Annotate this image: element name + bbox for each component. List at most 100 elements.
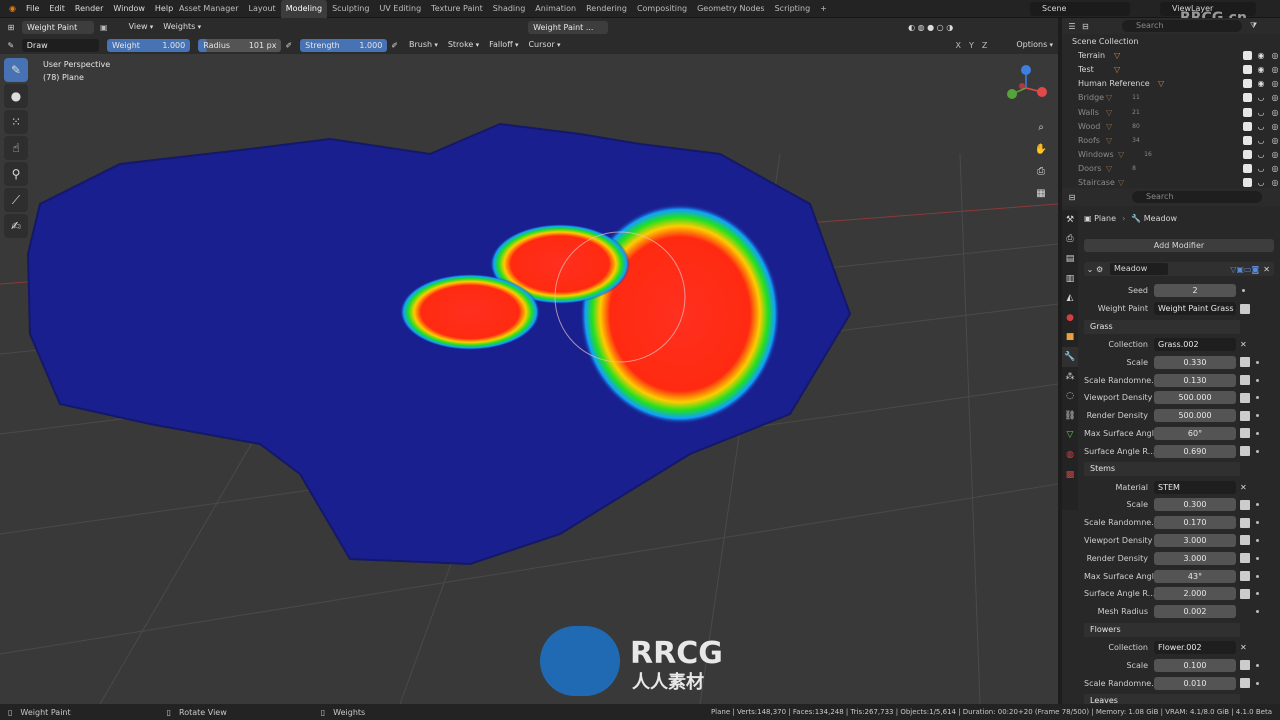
physics-tab-icon[interactable]: ◌	[1062, 386, 1078, 406]
attribute-toggle-icon[interactable]	[1240, 660, 1250, 671]
draw-tool-icon[interactable]: ✎	[4, 58, 28, 82]
outliner-row-roofs[interactable]: Roofs ▽ 34 ◡ ◎	[1062, 133, 1280, 147]
visibility-eye-icon[interactable]: ◡	[1256, 93, 1266, 102]
attribute-toggle-icon[interactable]	[1240, 678, 1250, 689]
grass-panel-header[interactable]: Grass	[1084, 319, 1240, 334]
brush-dropdown[interactable]: Brush	[404, 38, 443, 52]
keyframe-dot-icon[interactable]	[1256, 663, 1259, 667]
keyframe-dot-icon[interactable]	[1256, 396, 1259, 400]
options-dropdown[interactable]: Options	[1011, 38, 1058, 52]
particles-tab-icon[interactable]: ⁂	[1062, 367, 1078, 387]
collapse-chevron-icon[interactable]: ⌄	[1084, 265, 1096, 274]
constraints-tab-icon[interactable]: ⛓	[1062, 406, 1078, 426]
number-field[interactable]: 0.170	[1154, 516, 1236, 530]
visibility-eye-icon[interactable]: ◡	[1256, 150, 1266, 159]
add-workspace-icon[interactable]: +	[815, 0, 832, 18]
menu-render[interactable]: Render	[70, 0, 108, 18]
include-checkbox[interactable]	[1243, 50, 1252, 60]
keyframe-dot-icon[interactable]	[1256, 681, 1259, 685]
average-tool-icon[interactable]: ⁙	[4, 110, 28, 134]
material-tab-icon[interactable]: ◍	[1062, 445, 1078, 465]
tab-shading[interactable]: Shading	[488, 0, 531, 18]
attribute-toggle-icon[interactable]	[1240, 303, 1250, 314]
cursor-dropdown[interactable]: Cursor	[523, 38, 565, 52]
attribute-toggle-icon[interactable]	[1240, 535, 1250, 546]
mirror-axis-x[interactable]: X	[956, 41, 961, 50]
number-field[interactable]: 3.000	[1154, 551, 1236, 565]
number-field[interactable]: 500.000	[1154, 391, 1236, 405]
include-checkbox[interactable]	[1243, 178, 1252, 188]
pan-hand-icon[interactable]: ✋	[1032, 140, 1050, 158]
outliner-editor-icon[interactable]: ☰	[1062, 22, 1082, 31]
keyframe-dot-icon[interactable]	[1256, 449, 1259, 453]
outliner-row-bridge[interactable]: Bridge ▽ 11 ◡ ◎	[1062, 91, 1280, 105]
include-checkbox[interactable]	[1243, 107, 1252, 117]
texture-tab-icon[interactable]: ▩	[1062, 465, 1078, 485]
render-camera-icon[interactable]: ◎	[1270, 51, 1280, 60]
keyframe-dot-icon[interactable]	[1256, 414, 1259, 418]
outliner-row-wood[interactable]: Wood ▽ 80 ◡ ◎	[1062, 119, 1280, 133]
render-tab-icon[interactable]: ⎙	[1062, 230, 1078, 250]
include-checkbox[interactable]	[1243, 64, 1252, 74]
number-field[interactable]: 0.100	[1154, 658, 1236, 672]
smear-tool-icon[interactable]: ☝	[4, 136, 28, 160]
modifier-header[interactable]: ⌄ ⚙ Meadow ▽▣▭◙ ✕	[1084, 262, 1274, 276]
number-field[interactable]: 0.330	[1154, 355, 1236, 369]
attribute-toggle-icon[interactable]	[1240, 517, 1250, 528]
tab-geometry-nodes[interactable]: Geometry Nodes	[692, 0, 769, 18]
camera-icon[interactable]: ⎙	[1032, 162, 1050, 180]
strength-slider[interactable]: Strength 1.000	[300, 38, 388, 52]
clear-icon[interactable]: ✕	[1240, 643, 1247, 652]
number-field[interactable]: 0.130	[1154, 373, 1236, 387]
keyframe-dot-icon[interactable]	[1256, 503, 1259, 507]
keyframe-dot-icon[interactable]	[1256, 556, 1259, 560]
weight-slider[interactable]: Weight 1.000	[107, 38, 191, 52]
include-checkbox[interactable]	[1243, 93, 1252, 103]
keyframe-dot-icon[interactable]	[1256, 378, 1259, 382]
include-checkbox[interactable]	[1243, 164, 1252, 174]
render-camera-icon[interactable]: ◎	[1270, 164, 1280, 173]
flowers-panel-header[interactable]: Flowers	[1084, 622, 1240, 637]
outliner-row-human-reference[interactable]: Human Reference ▽ ◉ ◎	[1062, 77, 1280, 91]
attribute-toggle-icon[interactable]	[1240, 588, 1250, 599]
editor-type-icon[interactable]: ⊞	[0, 23, 22, 32]
outliner-row-windows[interactable]: Windows ▽ 16 ◡ ◎	[1062, 148, 1280, 162]
vertex-group-selector[interactable]: Weight Paint ...	[528, 20, 609, 34]
number-field[interactable]: 0.300	[1154, 498, 1236, 512]
render-camera-icon[interactable]: ◎	[1270, 136, 1280, 145]
keyframe-dot-icon[interactable]	[1256, 521, 1259, 525]
visibility-eye-icon[interactable]: ◉	[1256, 79, 1266, 88]
view-layer-tab-icon[interactable]: ▥	[1062, 269, 1078, 289]
number-field[interactable]: 60°	[1154, 426, 1236, 440]
stroke-dropdown[interactable]: Stroke	[443, 38, 484, 52]
tab-uv-editing[interactable]: UV Editing	[374, 0, 426, 18]
weight-paint-field[interactable]: Weight Paint Grass	[1154, 302, 1236, 316]
object-tab-icon[interactable]: ■	[1062, 328, 1078, 348]
collection-picker[interactable]: Flower.002	[1154, 640, 1236, 654]
clear-icon[interactable]: ✕	[1240, 340, 1247, 349]
tab-compositing[interactable]: Compositing	[632, 0, 692, 18]
material-picker[interactable]: STEM	[1154, 480, 1236, 494]
keyframe-dot-icon[interactable]	[1256, 610, 1259, 614]
outliner-row-test[interactable]: Test ▽ ◉ ◎	[1062, 62, 1280, 76]
zoom-icon[interactable]: ⌕	[1032, 118, 1050, 136]
menu-window[interactable]: Window	[108, 0, 150, 18]
modifier-name-field[interactable]: Meadow	[1110, 263, 1168, 275]
attribute-toggle-icon[interactable]	[1240, 446, 1250, 457]
grid-view-icon[interactable]: ▦	[1032, 184, 1050, 202]
mirror-axis-y[interactable]: Y	[969, 41, 974, 50]
tab-rendering[interactable]: Rendering	[581, 0, 632, 18]
data-tab-icon[interactable]: ▽	[1062, 426, 1078, 446]
annotate-tool-icon[interactable]: ✍	[4, 214, 28, 238]
stems-panel-header[interactable]: Stems	[1084, 462, 1240, 477]
outliner-search-input[interactable]: Search	[1122, 20, 1242, 32]
visibility-eye-icon[interactable]: ◡	[1256, 108, 1266, 117]
number-field[interactable]: 3.000	[1154, 533, 1236, 547]
attribute-toggle-icon[interactable]	[1240, 410, 1250, 421]
blender-logo-icon[interactable]: ◉	[4, 0, 21, 18]
keyframe-dot-icon[interactable]	[1256, 431, 1259, 435]
navigation-gizmo[interactable]	[1002, 62, 1052, 112]
gradient-tool-icon[interactable]: ⟋	[4, 188, 28, 212]
radius-slider[interactable]: Radius 101 px	[198, 38, 282, 52]
menu-file[interactable]: File	[21, 0, 44, 18]
